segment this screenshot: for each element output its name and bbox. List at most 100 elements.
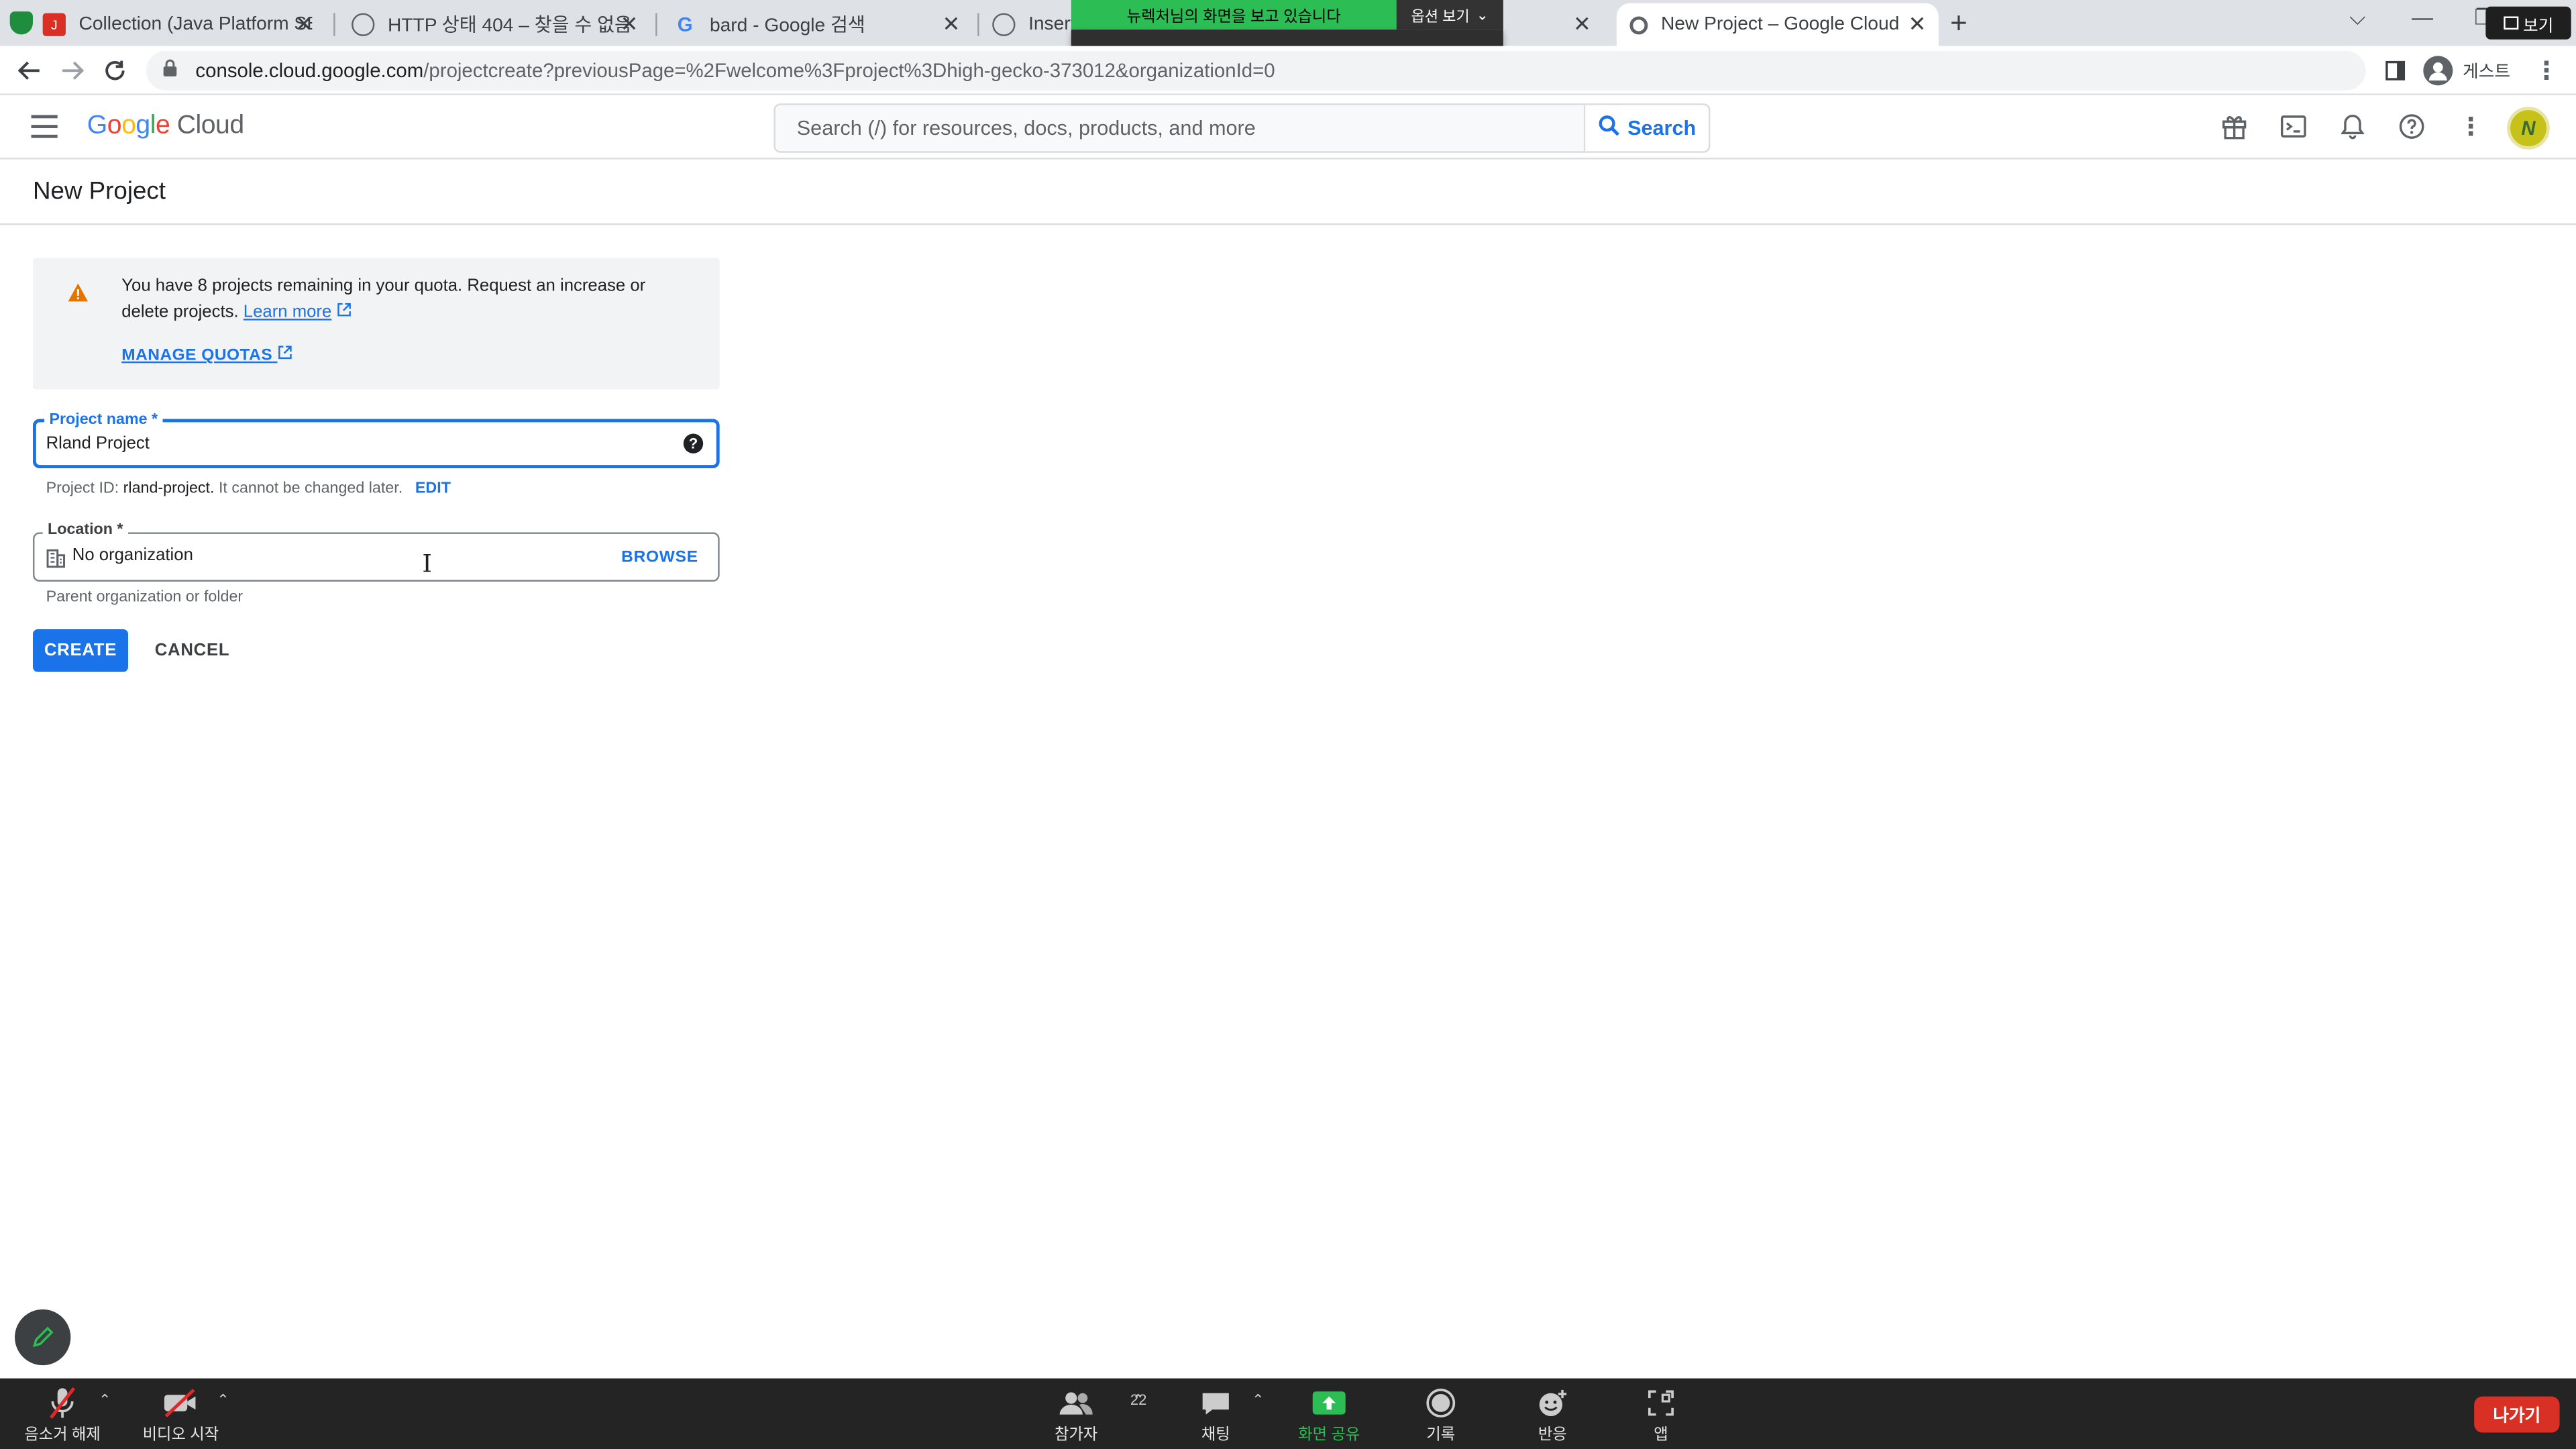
tab-title: bard - Google 검색	[709, 16, 865, 36]
browser-tab-active[interactable]: New Project – Google Cloud co ✕	[1616, 3, 1939, 46]
cancel-button[interactable]: CANCEL	[148, 629, 236, 672]
project-name-value: Rland Project	[46, 433, 150, 453]
tab-search-chevron-icon[interactable]: ⌵	[2349, 5, 2365, 31]
account-avatar[interactable]: N	[2507, 107, 2550, 150]
help-icon[interactable]	[2396, 110, 2428, 143]
meeting-control-bar: 음소거 해제 ⌃ 비디오 시작 ⌃ 22 참가자 ⌃ 채팅 ⌃ 화면 공유 기록…	[0, 1378, 2576, 1449]
hamburger-menu-icon[interactable]	[31, 115, 58, 138]
close-tab-icon[interactable]: ✕	[1906, 11, 1929, 38]
quota-message-block: You have 8 projects remaining in your qu…	[121, 273, 680, 325]
browser-tab[interactable]: G bard - Google 검색 ✕	[660, 3, 972, 46]
google-cloud-logo[interactable]: Google Cloud	[87, 112, 244, 142]
manage-quotas-label: MANAGE QUOTAS	[121, 346, 273, 365]
apps-grid-icon	[1646, 1385, 1676, 1421]
apps-button[interactable]: 앱	[1611, 1385, 1710, 1444]
learn-more-link[interactable]: Learn more	[244, 303, 332, 322]
create-button[interactable]: CREATE	[32, 629, 129, 672]
participants-label: 참가자	[1054, 1426, 1098, 1444]
browser-tab[interactable]: J Collection (Java Platform SE 8 ) ✕	[30, 3, 325, 46]
forward-arrow-icon[interactable]	[56, 54, 89, 87]
view-options-button[interactable]: 옵션 보기 ⌄	[1396, 0, 1503, 30]
project-id-note: It cannot be changed later.	[218, 480, 403, 498]
start-video-label: 비디오 시작	[142, 1426, 219, 1444]
url-path: /projectcreate?previousPage=%2Fwelcome%3…	[423, 59, 1275, 83]
reload-icon[interactable]	[99, 54, 131, 87]
quota-message: You have 8 projects remaining in your qu…	[121, 276, 646, 323]
page-title-bar: New Project	[0, 160, 2576, 225]
view-options-label: 옵션 보기	[1411, 7, 1470, 24]
tab-separator	[333, 13, 335, 36]
leave-meeting-button[interactable]: 나가기	[2474, 1396, 2560, 1433]
chat-button[interactable]: 채팅	[1167, 1385, 1265, 1444]
chat-bubble-icon	[1201, 1385, 1230, 1421]
unmute-button[interactable]: 음소거 해제	[13, 1385, 112, 1444]
location-value: No organization	[72, 545, 193, 566]
start-video-button[interactable]: 비디오 시작	[131, 1385, 230, 1444]
google-cloud-favicon-icon	[1629, 15, 1648, 34]
project-name-field[interactable]: Project name * Rland Project ?	[32, 409, 720, 468]
google-favicon-icon: G	[677, 13, 693, 36]
globe-icon	[992, 13, 1016, 36]
new-tab-icon[interactable]: +	[1950, 7, 1968, 41]
help-circle-icon[interactable]: ?	[683, 433, 704, 453]
location-label: Location *	[42, 519, 128, 543]
url-host: console.cloud.google.com	[195, 59, 424, 83]
notifications-bell-icon[interactable]	[2336, 110, 2369, 143]
guest-profile-button[interactable]: 게스트	[2423, 54, 2510, 87]
view-button[interactable]: 보기	[2485, 6, 2571, 40]
side-panel-icon[interactable]	[2379, 54, 2412, 87]
smiley-icon	[1536, 1385, 1569, 1421]
address-bar[interactable]: console.cloud.google.com/projectcreate?p…	[146, 50, 2366, 91]
browse-button[interactable]: BROWSE	[621, 549, 698, 567]
cloud-shell-icon[interactable]	[2277, 110, 2310, 143]
search-input[interactable]	[775, 105, 1584, 152]
video-off-icon	[162, 1385, 199, 1421]
back-arrow-icon[interactable]	[13, 54, 46, 87]
project-name-label: Project name *	[44, 409, 163, 433]
close-tab-icon[interactable]: ✕	[292, 11, 315, 38]
record-button[interactable]: 기록	[1391, 1385, 1490, 1444]
reactions-button[interactable]: 반응	[1503, 1385, 1602, 1444]
tab-title: Collection (Java Platform SE 8 )	[78, 15, 313, 35]
share-screen-button[interactable]: 화면 공유	[1280, 1385, 1379, 1444]
browser-tab[interactable]: HTTP 상태 404 – 찾을 수 없음 ✕	[338, 3, 650, 46]
search-bar: Search	[773, 103, 1711, 153]
search-icon	[1598, 115, 1619, 141]
gift-icon[interactable]	[2218, 110, 2251, 143]
share-screen-label: 화면 공유	[1298, 1426, 1360, 1444]
browser-toolbar: console.cloud.google.com/projectcreate?p…	[0, 46, 2576, 96]
external-link-icon	[336, 303, 351, 322]
java-favicon-icon: J	[42, 13, 66, 36]
video-options-caret-icon[interactable]: ⌃	[217, 1391, 229, 1409]
gcp-top-bar: Google Cloud Search ⋮ N	[0, 95, 2576, 160]
record-label: 기록	[1426, 1426, 1456, 1444]
logo-cloud: Cloud	[176, 111, 244, 140]
more-vert-icon[interactable]: ⋮	[2455, 110, 2487, 143]
browser-menu-icon[interactable]: ⋮	[2530, 54, 2563, 87]
participants-button[interactable]: 22 참가자	[1027, 1385, 1146, 1444]
edit-project-id-button[interactable]: EDIT	[415, 480, 451, 498]
manage-quotas-link[interactable]: MANAGE QUOTAS	[121, 345, 292, 365]
screen-share-banner: 뉴렉처님의 화면을 보고 있습니다 옵션 보기 ⌄	[1071, 0, 1503, 30]
chat-caret-icon[interactable]: ⌃	[1252, 1391, 1264, 1409]
location-hint: Parent organization or folder	[46, 588, 244, 606]
quota-notice: You have 8 projects remaining in your qu…	[32, 258, 720, 390]
location-field[interactable]: Location * No organization BROWSE	[32, 519, 720, 582]
annotate-pencil-icon[interactable]	[15, 1309, 71, 1366]
participants-caret-icon[interactable]: ⌃	[1132, 1391, 1144, 1409]
audio-options-caret-icon[interactable]: ⌃	[99, 1391, 111, 1409]
lock-icon	[162, 59, 182, 82]
close-tab-icon[interactable]: ✕	[1570, 11, 1593, 38]
close-tab-icon[interactable]: ✕	[940, 11, 963, 38]
search-button[interactable]: Search	[1583, 105, 1709, 152]
guest-avatar-icon	[2423, 56, 2453, 86]
mic-muted-icon	[48, 1385, 77, 1421]
project-id-prefix: Project ID:	[46, 480, 119, 498]
minimize-icon[interactable]: —	[2412, 5, 2433, 30]
window-icon	[2503, 16, 2518, 30]
record-icon	[1426, 1385, 1456, 1421]
close-tab-icon[interactable]: ✕	[618, 11, 641, 38]
view-button-label: 보기	[2523, 17, 2554, 36]
tab-separator	[655, 13, 657, 36]
external-link-icon	[277, 345, 292, 365]
